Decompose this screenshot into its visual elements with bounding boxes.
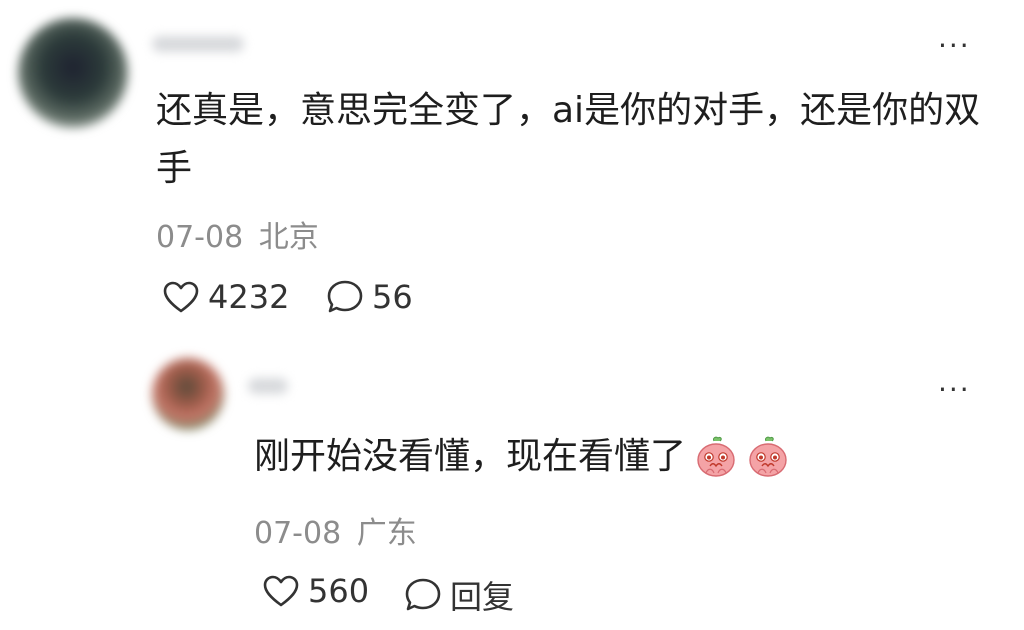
reply-label: 回复 — [450, 578, 515, 616]
peach-face-emoji — [746, 435, 790, 479]
reply-count: 56 — [372, 278, 413, 316]
comment-date: 07-08 — [156, 220, 244, 255]
heart-icon — [263, 575, 299, 607]
peach-face-emoji — [694, 435, 738, 479]
like-count: 560 — [308, 572, 370, 610]
comment-bubble-icon — [405, 578, 441, 611]
reply-text: 刚开始没看懂，现在看懂了 — [254, 436, 687, 477]
like-button[interactable]: 4232 — [162, 278, 289, 316]
reply-text-row: 刚开始没看懂，现在看懂了 — [254, 428, 994, 486]
reply-date: 07-08 — [254, 516, 342, 551]
comment-bubble-icon — [327, 280, 363, 313]
more-options-button[interactable]: ··· — [938, 32, 971, 60]
username-blurred[interactable] — [248, 378, 288, 394]
comment-location: 北京 — [258, 220, 319, 255]
reply-button[interactable]: 回复 — [404, 572, 514, 618]
avatar[interactable] — [18, 18, 128, 128]
avatar[interactable] — [152, 358, 224, 430]
reply-meta: 07-08 广东 — [254, 508, 417, 552]
comment-text: 还真是，意思完全变了，ai是你的对手，还是你的双手 — [156, 90, 981, 189]
heart-icon — [163, 281, 199, 313]
like-count: 4232 — [208, 278, 290, 316]
reply-count-button[interactable]: 56 — [326, 278, 413, 316]
like-button[interactable]: 560 — [262, 572, 369, 610]
username-blurred[interactable] — [152, 36, 244, 52]
more-options-button[interactable]: ··· — [938, 376, 971, 404]
comment-meta: 07-08 北京 — [156, 212, 319, 256]
reply-location: 广东 — [356, 516, 417, 551]
